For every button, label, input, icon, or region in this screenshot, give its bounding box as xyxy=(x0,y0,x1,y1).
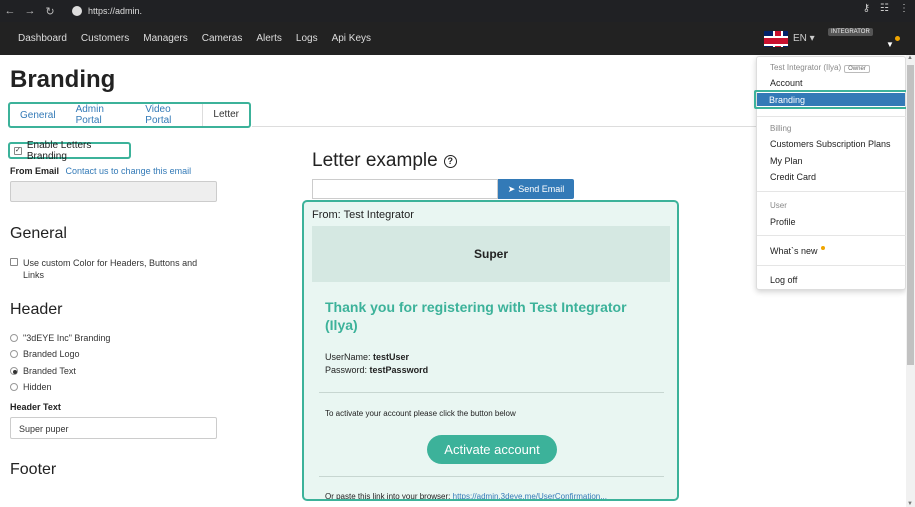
general-heading: General xyxy=(10,225,67,242)
dropdown-divider xyxy=(757,265,906,266)
tab-general[interactable]: General xyxy=(10,110,66,121)
dropdown-user-name: Test Integrator (Ilya) Owner xyxy=(770,63,870,73)
radio-3deye[interactable] xyxy=(10,334,18,342)
address-bar[interactable]: https://admin. xyxy=(66,2,836,20)
header-text-input[interactable]: Super puper xyxy=(10,417,217,439)
enable-letters-checkbox[interactable]: ✓ xyxy=(14,146,22,155)
header-option-3deye[interactable]: "3dEYE Inc" Branding xyxy=(10,333,110,343)
nav-dashboard[interactable]: Dashboard xyxy=(18,33,67,44)
owner-badge: Owner xyxy=(844,65,870,73)
contact-us-link[interactable]: Contact us to change this email xyxy=(66,166,192,176)
letter-separator xyxy=(319,476,664,477)
language-selector[interactable]: EN ▾ xyxy=(793,33,815,44)
nav-customers[interactable]: Customers xyxy=(81,33,129,44)
branding-tabs: General Admin Portal Video Portal Letter xyxy=(8,102,251,128)
letter-brand-header: Super xyxy=(312,226,670,282)
from-email-row: From Email Contact us to change this ema… xyxy=(10,166,191,176)
from-email-label: From Email xyxy=(10,166,60,176)
letter-thanks: Thank you for registering with Test Inte… xyxy=(325,299,627,333)
send-email-group: ➤ Send Email xyxy=(312,179,574,199)
letter-username: UserName: testUser xyxy=(325,352,410,362)
menu-item-credit-card[interactable]: Credit Card xyxy=(770,172,816,182)
site-info-icon[interactable] xyxy=(72,6,82,16)
nav-managers[interactable]: Managers xyxy=(143,33,187,44)
radio-branded-text[interactable] xyxy=(10,367,18,375)
header-text-label: Header Text xyxy=(10,402,61,412)
letter-password: Password: testPassword xyxy=(325,365,429,375)
menu-item-branding[interactable]: Branding xyxy=(754,90,908,109)
browser-toolbar: ← → ↻ https://admin. ⚷ ☷ ⋮ xyxy=(0,0,915,22)
custom-color-checkbox[interactable] xyxy=(10,258,18,266)
help-icon[interactable]: ? xyxy=(443,154,457,168)
dropdown-user-head: User xyxy=(770,201,787,210)
letter-paste-link: Or paste this link into your browser: ht… xyxy=(325,492,607,501)
menu-item-my-plan[interactable]: My Plan xyxy=(770,156,803,166)
extension-icon[interactable]: ☷ xyxy=(880,3,889,14)
nav-alerts[interactable]: Alerts xyxy=(256,33,282,44)
enable-letters-label: Enable Letters Branding xyxy=(26,139,92,162)
nav-api-keys[interactable]: Api Keys xyxy=(332,33,371,44)
letter-activate-note: To activate your account please click th… xyxy=(325,409,516,418)
header-option-branded-logo[interactable]: Branded Logo xyxy=(10,349,80,359)
dropdown-divider xyxy=(757,235,906,236)
dropdown-billing-head: Billing xyxy=(770,124,792,133)
user-dropdown-menu: Test Integrator (Ilya) Owner Account Bran… xyxy=(754,56,908,290)
paper-plane-icon: ➤ xyxy=(507,183,516,194)
footer-heading: Footer xyxy=(10,461,57,478)
enable-letters-branding[interactable]: ✓ Enable Letters Branding xyxy=(8,139,131,162)
menu-icon[interactable]: ⋮ xyxy=(899,3,909,14)
reload-icon[interactable]: ↻ xyxy=(40,5,60,18)
menu-item-profile[interactable]: Profile xyxy=(770,217,796,227)
custom-color-option[interactable]: Use custom Color for Headers, Buttons an… xyxy=(10,257,215,281)
header-option-hidden[interactable]: Hidden xyxy=(10,382,52,392)
activate-account-button[interactable]: Activate account xyxy=(427,435,557,464)
send-email-input[interactable] xyxy=(312,179,498,199)
dropdown-divider xyxy=(757,191,906,192)
header-option-branded-text[interactable]: Branded Text xyxy=(10,366,76,376)
main-nav: Dashboard Customers Managers Cameras Ale… xyxy=(18,22,385,55)
confirmation-link[interactable]: https://admin.3deye.me/UserConfirmation.… xyxy=(453,492,607,499)
forward-icon[interactable]: → xyxy=(20,5,40,17)
custom-color-label: Use custom Color for Headers, Buttons an… xyxy=(23,258,198,280)
from-email-input xyxy=(10,181,217,202)
menu-item-log-off[interactable]: Log off xyxy=(770,275,797,285)
tab-letter[interactable]: Letter xyxy=(202,104,249,126)
scrollbar-thumb[interactable] xyxy=(907,65,914,365)
menu-item-account[interactable]: Account xyxy=(770,78,803,88)
radio-hidden[interactable] xyxy=(10,383,18,391)
key-icon[interactable]: ⚷ xyxy=(863,3,870,14)
url-text: https://admin. xyxy=(88,6,143,16)
nav-cameras[interactable]: Cameras xyxy=(202,33,243,44)
role-badge: INTEGRATOR xyxy=(828,28,873,36)
page-title: Branding xyxy=(10,66,116,93)
letter-preview: From: Test Integrator Super Thank you fo… xyxy=(302,200,679,501)
uk-flag-icon[interactable] xyxy=(764,31,788,47)
user-menu-caret-icon[interactable]: ▼ xyxy=(886,40,894,49)
dropdown-divider xyxy=(757,116,906,117)
scroll-up-icon[interactable]: ▲ xyxy=(907,55,913,61)
letter-example-title: Letter example ? xyxy=(312,150,457,172)
scroll-down-icon[interactable]: ▼ xyxy=(907,501,913,507)
tab-video-portal[interactable]: Video Portal xyxy=(135,104,202,126)
menu-item-subscription-plans[interactable]: Customers Subscription Plans xyxy=(770,139,891,149)
tab-admin-portal[interactable]: Admin Portal xyxy=(66,104,136,126)
letter-from: From: Test Integrator xyxy=(312,209,414,221)
new-indicator-dot xyxy=(820,246,825,250)
page-scrollbar[interactable]: ▲ ▼ xyxy=(906,55,915,507)
back-icon[interactable]: ← xyxy=(0,5,20,17)
notification-dot xyxy=(895,36,900,41)
tab-divider xyxy=(252,126,757,127)
radio-branded-logo[interactable] xyxy=(10,350,18,358)
app-navbar: Dashboard Customers Managers Cameras Ale… xyxy=(0,22,915,55)
menu-item-whats-new[interactable]: What`s new xyxy=(770,246,825,256)
header-heading: Header xyxy=(10,301,63,318)
letter-separator xyxy=(319,392,664,393)
nav-logs[interactable]: Logs xyxy=(296,33,318,44)
send-email-button[interactable]: ➤ Send Email xyxy=(498,179,574,199)
